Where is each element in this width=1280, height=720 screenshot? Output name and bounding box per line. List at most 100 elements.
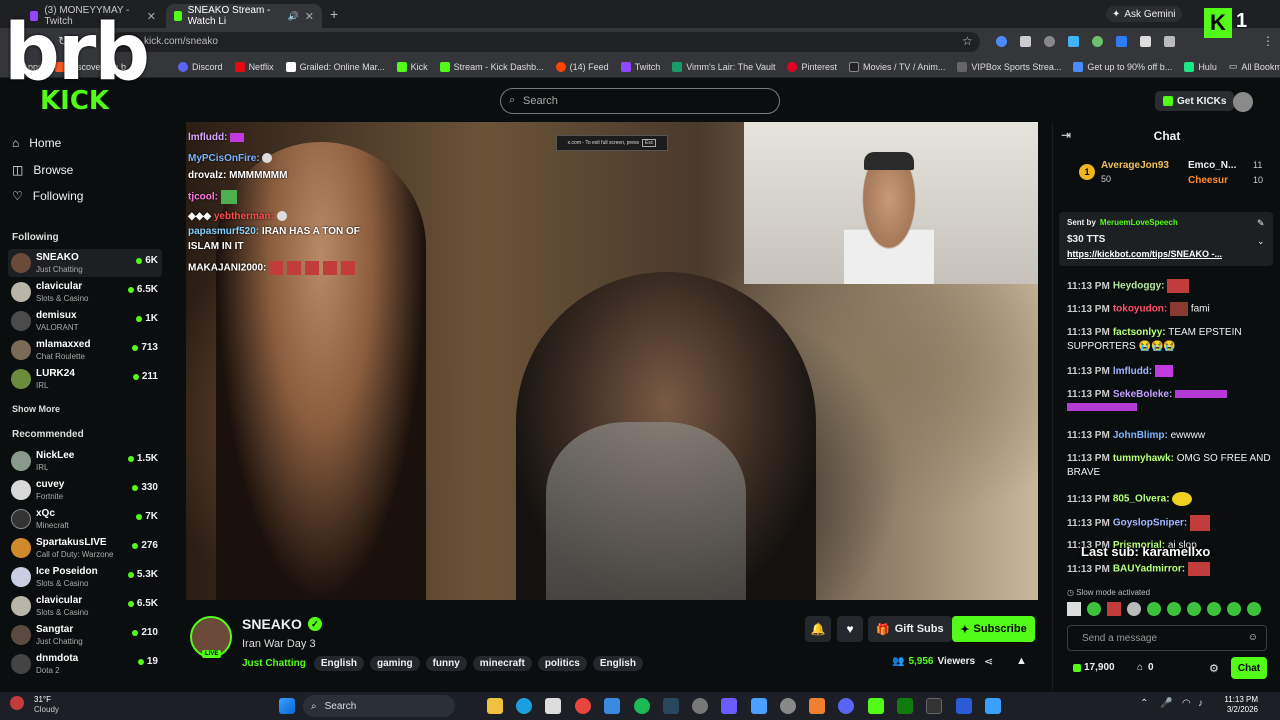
- puzzle-icon[interactable]: [1140, 36, 1151, 47]
- app-icon[interactable]: [985, 698, 1001, 714]
- gift-subs-button[interactable]: 🎁 Gift Subs: [868, 616, 952, 642]
- close-icon[interactable]: ✕: [305, 10, 314, 23]
- msg-user[interactable]: JohnBlimp:: [1113, 430, 1168, 441]
- tag-english-2[interactable]: English: [592, 656, 643, 671]
- bookmark-item[interactable]: Grailed: Online Mar...: [285, 61, 385, 72]
- url-input[interactable]: kick.com/sneako: [110, 32, 980, 52]
- emote-icon[interactable]: [1167, 602, 1181, 616]
- msg-user[interactable]: SekeBoleke:: [1113, 389, 1172, 400]
- msg-user[interactable]: Heydoggy:: [1113, 281, 1165, 292]
- notifications-button[interactable]: 🔔: [805, 616, 831, 642]
- sidebar-channel-lurk24[interactable]: LURK24 IRL 211: [8, 365, 162, 393]
- edge-icon[interactable]: [516, 698, 532, 714]
- sidebar-channel-nicklee[interactable]: NickLee IRL 1.5K: [8, 447, 162, 475]
- sidebar-channel-mlamaxxed[interactable]: mlamaxxed Chat Roulette 713: [8, 336, 162, 364]
- bookmark-item[interactable]: Hulu: [1184, 61, 1217, 72]
- file-explorer-icon[interactable]: [487, 698, 503, 714]
- sidebar-channel-xqc[interactable]: xQc Minecraft 7K: [8, 505, 162, 533]
- bookmark-item[interactable]: Vimm's Lair: The Vault: [672, 61, 775, 72]
- sidebar-channel-sangtar[interactable]: Sangtar Just Chatting 210: [8, 621, 162, 649]
- bookmark-star-icon[interactable]: ☆: [962, 34, 973, 48]
- chat-settings-icon[interactable]: ⚙: [1209, 662, 1219, 675]
- app-icon[interactable]: [926, 698, 942, 714]
- bookmark-item[interactable]: Stream - Kick Dashb...: [439, 61, 544, 72]
- emote-icon[interactable]: [1147, 602, 1161, 616]
- extension-icon[interactable]: [1116, 36, 1127, 47]
- unpin-icon[interactable]: ✎: [1257, 218, 1265, 229]
- volume-icon[interactable]: ♪: [1198, 698, 1203, 709]
- subs-counter[interactable]: ⌂ 0: [1137, 662, 1154, 673]
- nav-home[interactable]: ⌂ Home: [12, 136, 61, 150]
- steam-icon[interactable]: [663, 698, 679, 714]
- extension-icon[interactable]: [1020, 36, 1031, 47]
- weather-temp[interactable]: 31°F: [34, 695, 51, 704]
- extension-icon[interactable]: [1044, 36, 1055, 47]
- msg-user[interactable]: BAUYadmirror:: [1113, 564, 1185, 575]
- clock-date[interactable]: 3/2/2026: [1218, 705, 1258, 714]
- bookmark-item[interactable]: Netflix: [234, 61, 274, 72]
- sidebar-channel-iceposeidon[interactable]: Ice Poseidon Slots & Casino 5.3K: [8, 563, 162, 591]
- bookmark-item[interactable]: Kick: [396, 61, 428, 72]
- pinned-message[interactable]: Sent by MeruemLoveSpeech $30 TTS https:/…: [1059, 212, 1273, 266]
- bookmark-item[interactable]: Pinterest: [787, 61, 837, 72]
- msg-user[interactable]: 805_Olvera:: [1113, 494, 1170, 505]
- chrome-icon[interactable]: [575, 698, 591, 714]
- menu-dots-icon[interactable]: ⋮: [1262, 34, 1274, 48]
- emote-icon[interactable]: [1187, 602, 1201, 616]
- sidepanel-icon[interactable]: [1164, 36, 1175, 47]
- chat-input[interactable]: Send a message ☺: [1067, 625, 1267, 651]
- msg-user[interactable]: tokoyudon:: [1113, 304, 1167, 315]
- sidebar-channel-sneako[interactable]: SNEAKO Just Chatting 6K: [8, 249, 162, 277]
- emote-icon[interactable]: [1227, 602, 1241, 616]
- report-icon[interactable]: ▲: [1016, 655, 1027, 667]
- channel-name[interactable]: SNEAKO: [242, 616, 302, 632]
- app-icon[interactable]: [604, 698, 620, 714]
- emote-icon[interactable]: [1107, 602, 1121, 616]
- share-icon[interactable]: ⋖: [984, 655, 993, 668]
- browser-tab-sneako[interactable]: SNEAKO Stream - Watch Li 🔊 ✕: [166, 4, 322, 28]
- msg-user[interactable]: tummyhawk:: [1113, 453, 1174, 464]
- discord-icon[interactable]: [838, 698, 854, 714]
- sidebar-channel-demisux[interactable]: demisux VALORANT 1K: [8, 307, 162, 335]
- app-icon[interactable]: [809, 698, 825, 714]
- wifi-icon[interactable]: ◠: [1182, 698, 1191, 709]
- kick-icon[interactable]: [868, 698, 884, 714]
- send-chat-button[interactable]: Chat: [1231, 657, 1267, 679]
- tag-english[interactable]: English: [313, 656, 365, 671]
- tag-gaming[interactable]: gaming: [370, 656, 420, 671]
- sidebar-channel-dnmdota[interactable]: dnmdota Dota 2 19: [8, 650, 162, 678]
- emoji-icon[interactable]: ☺: [1248, 632, 1258, 643]
- mic-icon[interactable]: 🎤: [1160, 698, 1172, 709]
- msg-user[interactable]: GoyslopSniper:: [1113, 518, 1187, 529]
- ask-gemini-button[interactable]: ✦ Ask Gemini: [1106, 6, 1182, 22]
- category-link[interactable]: Just Chatting: [242, 658, 306, 669]
- msg-user[interactable]: lmfludd:: [1113, 366, 1152, 377]
- leaderboard-name[interactable]: Cheesur: [1188, 175, 1228, 186]
- get-kicks-button[interactable]: Get KICKs: [1155, 91, 1235, 111]
- settings-icon[interactable]: [692, 698, 708, 714]
- subscribe-button[interactable]: ✦ Subscribe: [952, 616, 1035, 642]
- tag-funny[interactable]: funny: [425, 656, 467, 671]
- windows-start-icon[interactable]: [279, 698, 295, 714]
- extension-icon[interactable]: [1068, 36, 1079, 47]
- close-icon[interactable]: ✕: [147, 10, 156, 23]
- extension-icon[interactable]: [996, 36, 1007, 47]
- new-tab-button[interactable]: +: [330, 6, 338, 22]
- emote-icon[interactable]: [1247, 602, 1261, 616]
- nav-browse[interactable]: ◫ Browse: [12, 163, 73, 177]
- user-avatar[interactable]: [1233, 92, 1253, 112]
- bookmark-item[interactable]: Get up to 90% off b...: [1073, 61, 1172, 72]
- emote-icon[interactable]: [1127, 602, 1141, 616]
- follow-button[interactable]: ♥: [837, 616, 863, 642]
- emote-icon[interactable]: [1067, 602, 1081, 616]
- emote-icon[interactable]: [1207, 602, 1221, 616]
- taskbar-search[interactable]: ⌕ Search: [303, 695, 455, 717]
- leaderboard-name[interactable]: AverageJon93: [1101, 160, 1169, 171]
- leaderboard-name[interactable]: Emco_N...: [1188, 160, 1236, 171]
- bookmark-item[interactable]: (14) Feed: [555, 61, 609, 72]
- sidebar-channel-spartakuslive[interactable]: SpartakusLIVE Call of Duty: Warzone 276: [8, 534, 162, 562]
- word-icon[interactable]: [956, 698, 972, 714]
- chevron-up-icon[interactable]: ⌃: [1140, 698, 1148, 709]
- xbox-icon[interactable]: [897, 698, 913, 714]
- bookmark-item[interactable]: Movies / TV / Anim...: [849, 61, 945, 72]
